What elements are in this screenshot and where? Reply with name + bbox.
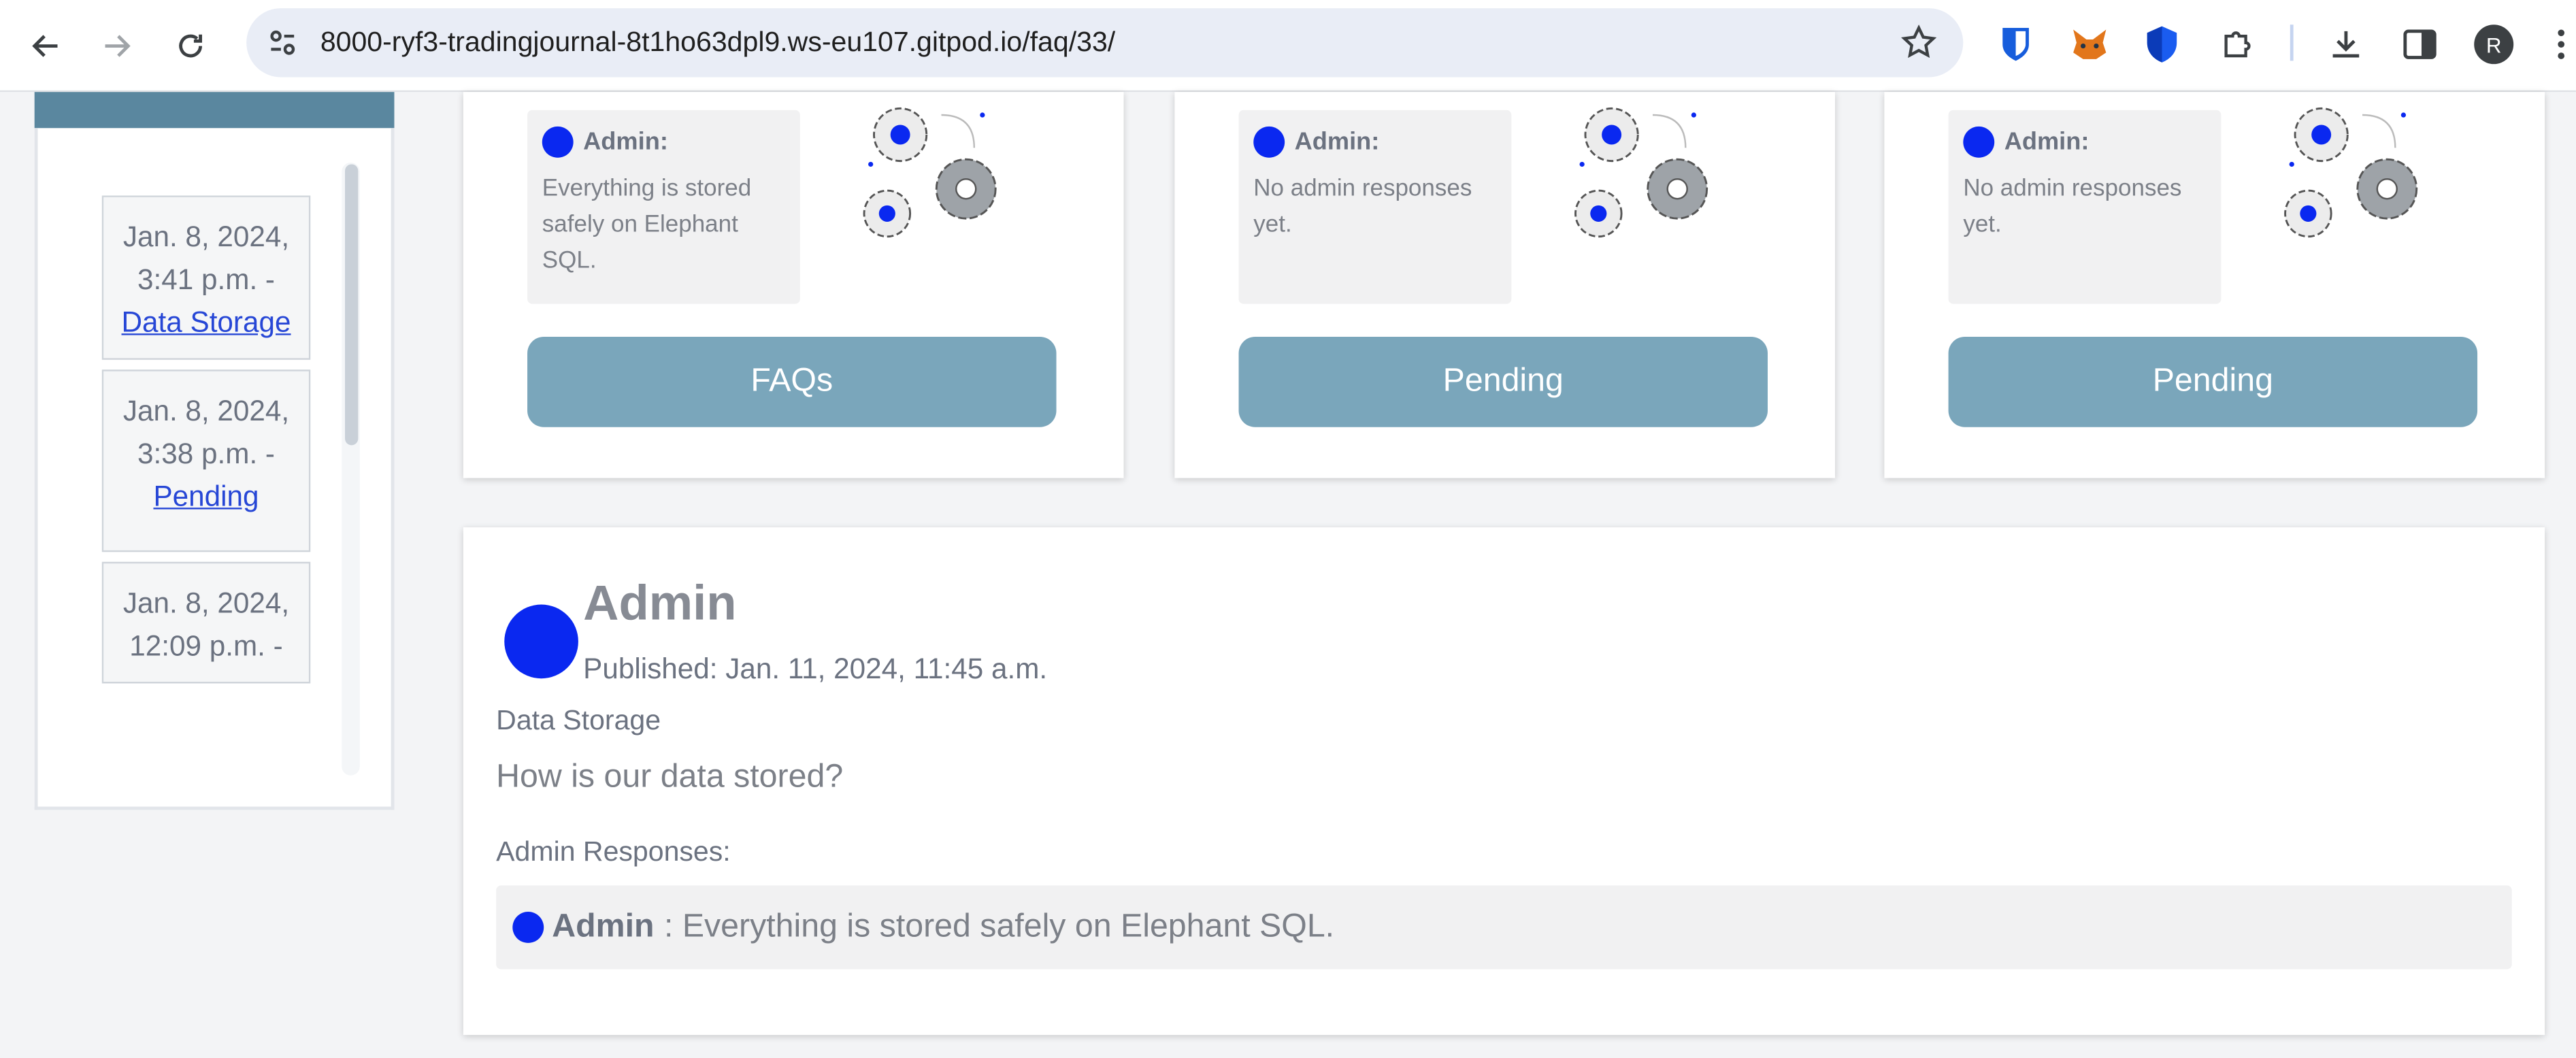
bitwarden-icon[interactable] bbox=[1994, 23, 2037, 66]
admin-response-row: Admin : Everything is stored safely on E… bbox=[496, 885, 2512, 970]
admin-avatar bbox=[1253, 126, 1285, 158]
forward-icon[interactable] bbox=[94, 23, 140, 69]
faq-card: Admin: No admin responses yet. Pending bbox=[1174, 92, 1835, 478]
list-item-date: Jan. 8, 2024, 3:38 p.m. - bbox=[122, 394, 290, 470]
profile-initial: R bbox=[2474, 24, 2514, 65]
admin-label: Admin: bbox=[2004, 128, 2090, 156]
gears-illustration bbox=[863, 107, 997, 238]
reload-icon[interactable] bbox=[167, 23, 214, 69]
metamask-icon[interactable] bbox=[2068, 23, 2111, 66]
admin-avatar bbox=[512, 912, 544, 943]
browser-toolbar: 8000-ryf3-tradingjournal-8t1ho63dpl9.ws-… bbox=[0, 0, 2576, 93]
faq-history-list: Jan. 8, 2024, 3:41 p.m. - Data Storage J… bbox=[101, 195, 311, 775]
faq-card: Admin: Everything is stored safely on El… bbox=[463, 92, 1124, 478]
gears-illustration bbox=[2284, 107, 2418, 238]
admin-response-text: No admin responses yet. bbox=[1963, 176, 2182, 239]
site-info-icon[interactable] bbox=[266, 27, 299, 67]
pending-button[interactable]: Pending bbox=[1238, 336, 1768, 427]
list-item-link[interactable]: Data Storage bbox=[122, 305, 291, 338]
admin-avatar bbox=[542, 126, 574, 158]
admin-response-box: Admin: No admin responses yet. bbox=[1238, 110, 1512, 304]
pending-button[interactable]: Pending bbox=[1948, 336, 2478, 427]
faq-card: Admin: No admin responses yet. Pending bbox=[1884, 92, 2545, 478]
kebab-menu-icon[interactable] bbox=[2546, 23, 2575, 66]
author-name: Admin bbox=[583, 576, 737, 631]
admin-response-text: No admin responses yet. bbox=[1253, 176, 1472, 239]
list-item-date: Jan. 8, 2024, 12:09 p.m. - bbox=[122, 586, 290, 663]
admin-response-box: Admin: Everything is stored safely on El… bbox=[527, 110, 800, 304]
address-bar[interactable]: 8000-ryf3-tradingjournal-8t1ho63dpl9.ws-… bbox=[246, 8, 1964, 78]
faq-category: Data Storage bbox=[496, 704, 661, 736]
author-avatar bbox=[504, 604, 578, 679]
page: 8000-ryf3-tradingjournal-8t1ho63dpl9.ws-… bbox=[0, 0, 2576, 1058]
side-panel-icon[interactable] bbox=[2398, 23, 2441, 66]
admin-label: Admin: bbox=[1294, 128, 1380, 156]
shield-icon[interactable] bbox=[2141, 23, 2183, 66]
admin-label: Admin: bbox=[583, 128, 668, 156]
star-icon[interactable] bbox=[1901, 24, 1937, 69]
download-icon[interactable] bbox=[2325, 23, 2368, 66]
response-text: : Everything is stored safely on Elephan… bbox=[663, 908, 1335, 945]
admin-response-box: Admin: No admin responses yet. bbox=[1948, 110, 2222, 304]
list-item: Jan. 8, 2024, 12:09 p.m. - bbox=[101, 561, 311, 684]
back-icon[interactable] bbox=[23, 23, 69, 69]
list-item: Jan. 8, 2024, 3:41 p.m. - Data Storage bbox=[101, 195, 311, 360]
list-item-date: Jan. 8, 2024, 3:41 p.m. - bbox=[122, 220, 290, 296]
url-text: 8000-ryf3-tradingjournal-8t1ho63dpl9.ws-… bbox=[320, 26, 1116, 58]
admin-response-text: Everything is stored safely on Elephant … bbox=[542, 176, 752, 275]
toolbar-divider bbox=[2290, 24, 2294, 61]
faq-question: How is our data stored? bbox=[496, 759, 844, 795]
faq-detail-card: Admin Published: Jan. 11, 2024, 11:45 a.… bbox=[463, 527, 2545, 1036]
list-item-link[interactable]: Pending bbox=[153, 480, 259, 512]
extensions-icon[interactable] bbox=[2216, 23, 2259, 66]
faqs-button[interactable]: FAQs bbox=[527, 336, 1057, 427]
sidebar-header bbox=[34, 92, 395, 129]
admin-avatar bbox=[1963, 126, 1995, 158]
response-author: Admin bbox=[552, 908, 655, 945]
published-date: Published: Jan. 11, 2024, 11:45 a.m. bbox=[583, 652, 1048, 685]
profile-avatar[interactable]: R bbox=[2473, 23, 2515, 66]
responses-label: Admin Responses: bbox=[496, 836, 731, 867]
list-item: Jan. 8, 2024, 3:38 p.m. - Pending bbox=[101, 369, 311, 552]
sidebar-scrollbar-thumb[interactable] bbox=[345, 164, 359, 446]
gears-illustration bbox=[1574, 107, 1708, 238]
